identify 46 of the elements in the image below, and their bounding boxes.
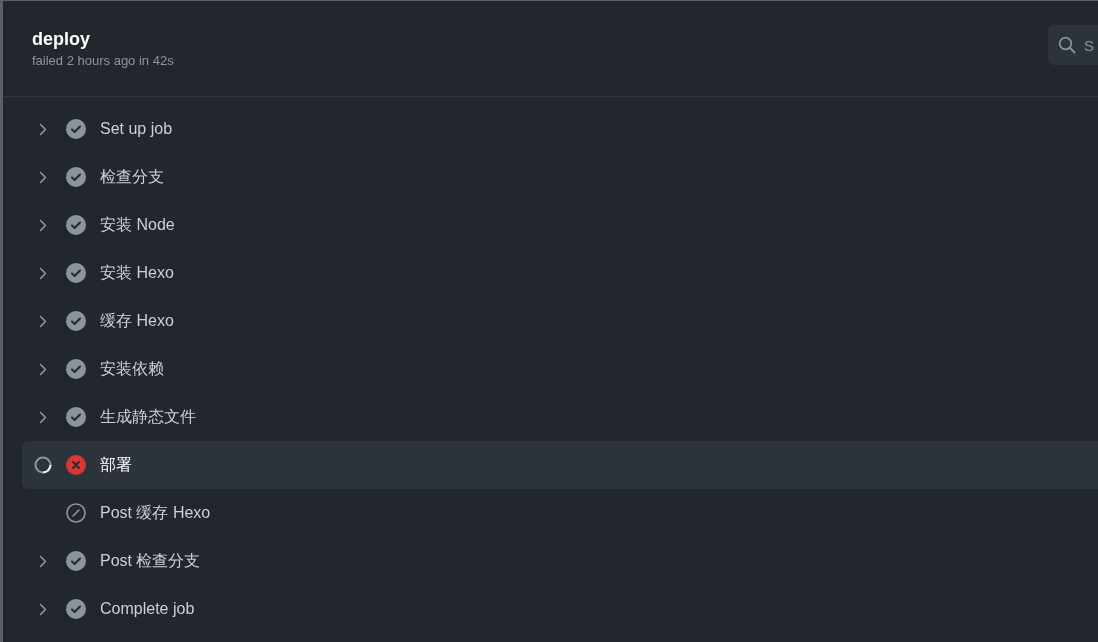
step-label: 安装 Hexo [100,263,174,283]
step-row[interactable]: Set up job [22,105,1098,153]
check-circle-icon [66,263,86,283]
job-status-text: failed 2 hours ago in 42s [32,51,174,70]
step-row[interactable]: 生成静态文件 [22,393,1098,441]
check-circle-icon [66,167,86,187]
step-label: Post 检查分支 [100,551,201,571]
step-label: 缓存 Hexo [100,311,174,331]
step-label: 安装 Node [100,215,175,235]
chevron-right-icon[interactable] [39,218,47,232]
check-circle-icon [66,551,86,571]
step-label: Set up job [100,119,173,139]
step-row[interactable]: Post 检查分支 [22,537,1098,585]
job-title: deploy [32,27,91,51]
check-circle-icon [66,599,86,619]
check-circle-icon [66,359,86,379]
step-row[interactable]: Post 缓存 Hexo [22,489,1098,537]
step-label: 部署 [100,455,132,475]
step-label: Post 缓存 Hexo [100,503,211,523]
chevron-right-icon[interactable] [39,170,47,184]
chevron-right-icon[interactable] [39,602,47,616]
chevron-right-icon[interactable] [39,122,47,136]
chevron-right-icon[interactable] [39,362,47,376]
step-row[interactable]: 部署 [22,441,1098,489]
check-circle-icon [66,119,86,139]
check-circle-icon [66,311,86,331]
check-circle-icon [66,407,86,427]
step-row[interactable]: Complete job [22,585,1098,633]
step-label: 安装依赖 [100,359,164,379]
chevron-right-icon[interactable] [39,410,47,424]
skipped-circle-icon [66,503,86,523]
chevron-right-icon[interactable] [39,314,47,328]
step-row[interactable]: 安装 Node [22,201,1098,249]
error-circle-icon [66,455,86,475]
step-row[interactable]: 安装依赖 [22,345,1098,393]
step-label: 生成静态文件 [100,407,196,427]
step-row[interactable]: 检查分支 [22,153,1098,201]
step-label: Complete job [100,599,195,619]
chevron-right-icon[interactable] [39,554,47,568]
search-field[interactable]: S [1048,25,1098,65]
step-label: 检查分支 [100,167,164,187]
search-icon [1058,36,1076,54]
step-row[interactable]: 安装 Hexo [22,249,1098,297]
chevron-right-icon[interactable] [39,266,47,280]
step-row[interactable]: 缓存 Hexo [22,297,1098,345]
check-circle-icon [66,215,86,235]
